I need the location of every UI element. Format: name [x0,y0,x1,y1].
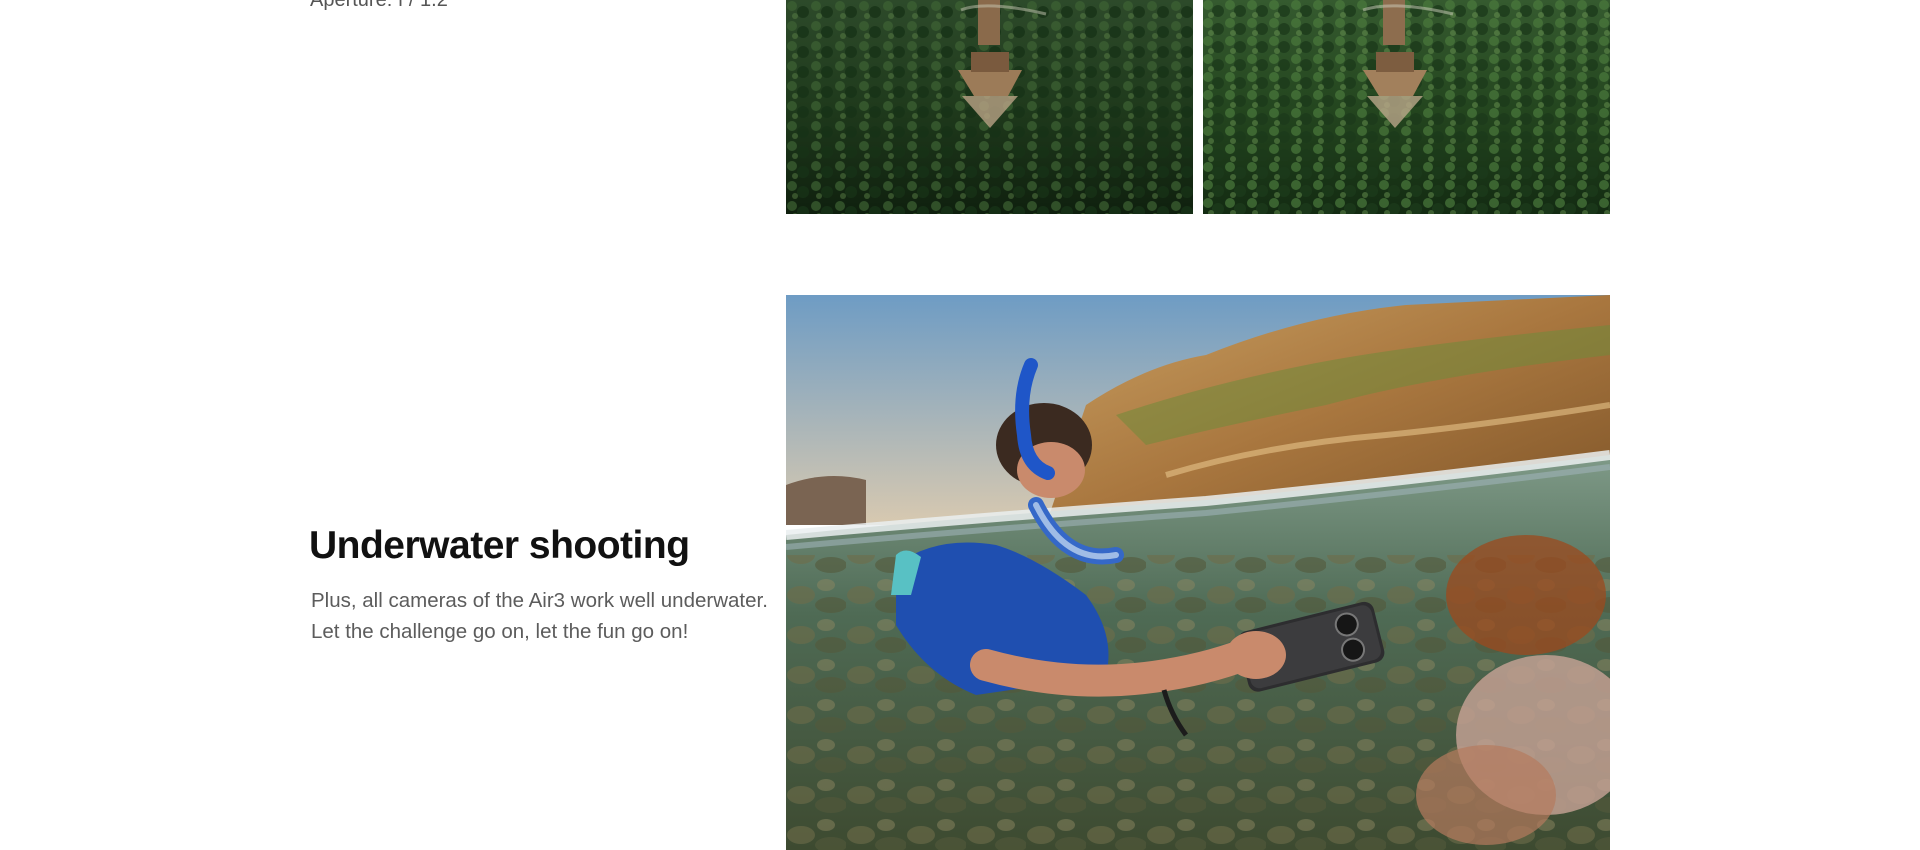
aperture-caption: Aperture: f / 1.2 [310,0,448,11]
section-title: Underwater shooting [309,524,690,567]
comparison-photo-right [1203,0,1610,214]
underwater-photo [786,295,1610,850]
page: Aperture: f / 1.2 Underwater shooting Pl… [0,0,1920,850]
description-line-1: Plus, all cameras of the Air3 work well … [311,589,768,612]
section-description: Plus, all cameras of the Air3 work well … [311,585,771,647]
description-line-2: Let the challenge go on, let the fun go … [311,620,689,643]
comparison-photo-left [786,0,1193,214]
